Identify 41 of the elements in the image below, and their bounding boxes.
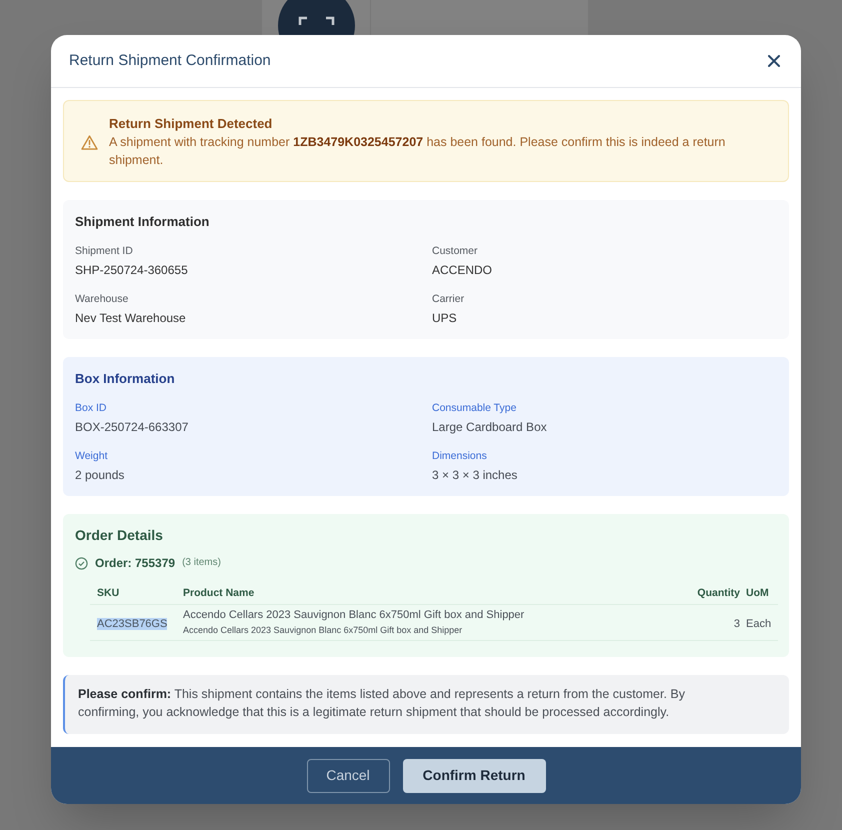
field-label: Shipment ID: [75, 244, 133, 258]
field-value: 3 × 3 × 3 inches: [432, 467, 518, 483]
section-title: Box Information: [75, 370, 176, 388]
product-description: Accendo Cellars 2023 Sauvignon Blanc 6x750ml Gift box and Shipper: [183, 624, 462, 637]
scan-icon: [278, 0, 355, 35]
alert-title: Return Shipment Detected: [109, 115, 274, 133]
section-title: Shipment Information: [75, 213, 210, 231]
field-value: BOX-250724-663307: [75, 419, 188, 435]
table-cell: 3: [734, 618, 740, 630]
close-button[interactable]: [765, 52, 783, 70]
column-header: SKU: [97, 587, 120, 599]
dialog-title: Return Shipment Confirmation: [69, 50, 271, 71]
field-label: Consumable Type: [432, 401, 516, 415]
column-header: Quantity: [697, 587, 740, 599]
table-cell: Each: [746, 618, 772, 630]
field-value: SHP-250724-360655: [75, 262, 188, 278]
warning-icon: [81, 134, 98, 150]
column-header: UoM: [746, 587, 769, 599]
field-value: ACCENDO: [432, 262, 492, 278]
order-number: Order: 755379: [95, 555, 176, 571]
field-value: Nev Test Warehouse: [75, 310, 186, 326]
product-name: Accendo Cellars 2023 Sauvignon Blanc 6x750ml Gift box and Shipper: [183, 608, 524, 623]
field-label: Box ID: [75, 401, 107, 415]
item-count: (3 items): [182, 556, 221, 570]
alert-message: A shipment with tracking number 1ZB3479K0325457207 has been found. Please confirm this is indeed a return shipment.: [109, 134, 726, 169]
field-label: Customer: [432, 244, 478, 258]
table-cell: AC23SB76GS: [97, 618, 168, 630]
close-icon: [768, 55, 780, 67]
field-label: Warehouse: [75, 292, 128, 306]
field-label: Weight: [75, 449, 108, 463]
note-text: Please confirm: This shipment contains the items listed above and represents a return from the customer. By confirming, you acknowledge that this is a legitimate return shipment that should be processed accordingly.: [78, 686, 686, 721]
field-label: Carrier: [432, 292, 464, 306]
field-value: UPS: [432, 310, 457, 326]
field-label: Dimensions: [432, 449, 487, 463]
column-header: Product Name: [183, 587, 254, 599]
cancel-button[interactable]: Cancel: [306, 758, 390, 792]
field-value: Large Cardboard Box: [432, 419, 547, 435]
confirm-button[interactable]: Confirm Return: [402, 758, 546, 792]
field-value: 2 pounds: [75, 467, 124, 483]
check-circle-icon: [75, 556, 88, 570]
section-title: Order Details: [75, 526, 164, 544]
